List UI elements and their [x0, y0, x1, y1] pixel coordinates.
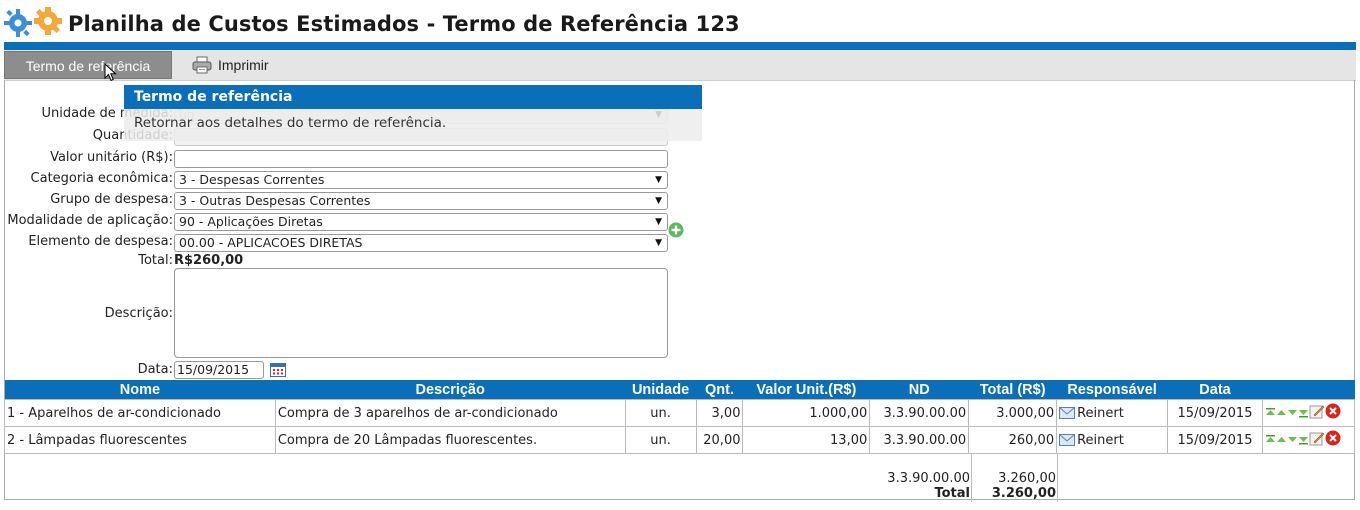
elemento-label: Elemento de despesa: [28, 234, 173, 249]
grupo-select[interactable]: 3 - Outras Despesas Correntes [174, 192, 668, 210]
header: Planilha de Custos Estimados - Termo de … [0, 0, 1360, 42]
descricao-textarea[interactable] [174, 268, 668, 358]
move-top-icon[interactable] [1265, 434, 1276, 446]
cell-valor: 1.000,00 [742, 399, 871, 427]
delete-icon[interactable] [1325, 403, 1341, 419]
move-down-icon[interactable] [1287, 407, 1298, 419]
print-label: Imprimir [218, 57, 269, 73]
move-bottom-icon[interactable] [1298, 407, 1309, 419]
col-header-unidade[interactable]: Unidade [625, 380, 697, 400]
cell-actions [1261, 426, 1356, 454]
mouse-cursor-icon [104, 63, 117, 82]
items-table: Nome Descrição Unidade Qnt. Valor Unit.(… [4, 380, 1356, 454]
total-label: Total: [138, 253, 173, 268]
valor-unitario-label: Valor unitário (R$): [50, 150, 173, 165]
descricao-label: Descrição: [104, 306, 173, 321]
summary-nd-total: 3.260,00 [998, 471, 1056, 486]
summary-total-label: Total [934, 486, 970, 501]
cell-qnt: 20,00 [695, 426, 744, 454]
edit-icon[interactable] [1309, 430, 1325, 446]
categoria-label: Categoria econômica: [30, 171, 173, 186]
envelope-icon[interactable] [1059, 434, 1076, 446]
total-value: R$260,00 [174, 253, 244, 268]
cell-actions [1261, 399, 1356, 427]
cell-data: 15/09/2015 [1167, 399, 1263, 427]
move-top-icon[interactable] [1265, 407, 1276, 419]
tooltip: Termo de referência Retornar aos detalhe… [124, 85, 702, 141]
cell-responsavel: Reinert [1056, 426, 1169, 454]
move-up-icon[interactable] [1276, 434, 1287, 446]
envelope-icon[interactable] [1059, 407, 1076, 419]
cell-valor: 13,00 [742, 426, 871, 454]
puzzle-gears-logo-icon [4, 7, 62, 37]
tooltip-text: Retornar aos detalhes do termo de referê… [124, 109, 702, 141]
categoria-select[interactable]: 3 - Despesas Correntes [174, 171, 668, 189]
table-header-row: Nome Descrição Unidade Qnt. Valor Unit.(… [4, 380, 1355, 400]
page-title: Planilha de Custos Estimados - Termo de … [68, 12, 740, 36]
modalidade-label: Modalidade de aplicação: [7, 213, 173, 228]
calendar-icon[interactable] [270, 363, 286, 377]
cell-descricao: Compra de 3 aparelhos de ar-condicionado [274, 399, 626, 427]
cell-qnt: 3,00 [695, 399, 744, 427]
delete-icon[interactable] [1325, 430, 1341, 446]
tooltip-title: Termo de referência [124, 85, 702, 109]
modalidade-select[interactable]: 90 - Aplicações Diretas [174, 213, 668, 231]
summary-divider [971, 454, 972, 502]
cell-nome: 2 - Lâmpadas fluorescentes [4, 426, 276, 454]
valor-unitario-input[interactable] [174, 150, 668, 168]
printer-icon [192, 56, 212, 74]
edit-icon[interactable] [1309, 403, 1325, 419]
elemento-select[interactable]: 00.00 - APLICACOES DIRETAS [174, 234, 668, 252]
toolbar: Termo de referência Imprimir [4, 50, 1356, 81]
cell-total: 3.000,00 [968, 399, 1058, 427]
cell-nd: 3.3.90.00.00 [869, 399, 970, 427]
summary-total-value: 3.260,00 [991, 486, 1056, 501]
col-header-actions [1262, 380, 1355, 400]
cell-data: 15/09/2015 [1167, 426, 1263, 454]
cell-unidade: un. [624, 426, 697, 454]
header-divider [4, 42, 1356, 50]
cell-unidade: un. [624, 399, 697, 427]
responsavel-name: Reinert [1077, 405, 1124, 421]
col-header-nome[interactable]: Nome [4, 380, 276, 400]
col-header-responsavel[interactable]: Responsável [1056, 380, 1168, 400]
col-header-descricao[interactable]: Descrição [275, 380, 626, 400]
table-row: 1 - Aparelhos de ar-condicionado Compra … [4, 399, 1356, 427]
summary-nd: 3.3.90.00.00 [887, 471, 970, 486]
col-header-valor[interactable]: Valor Unit.(R$) [742, 380, 870, 400]
responsavel-name: Reinert [1077, 432, 1124, 448]
data-label: Data: [137, 362, 173, 377]
add-icon[interactable] [668, 222, 684, 238]
move-bottom-icon[interactable] [1298, 434, 1309, 446]
print-button[interactable]: Imprimir [192, 51, 269, 79]
cell-nome: 1 - Aparelhos de ar-condicionado [4, 399, 276, 427]
col-header-qnt[interactable]: Qnt. [696, 380, 743, 400]
data-input[interactable]: 15/09/2015 [174, 361, 264, 379]
summary-divider [1057, 454, 1058, 502]
move-up-icon[interactable] [1276, 407, 1287, 419]
cell-responsavel: Reinert [1056, 399, 1169, 427]
col-header-nd[interactable]: ND [869, 380, 969, 400]
tab-termo-de-referencia[interactable]: Termo de referência [4, 51, 172, 79]
col-header-data[interactable]: Data [1167, 380, 1263, 400]
grupo-label: Grupo de despesa: [50, 192, 173, 207]
col-header-total[interactable]: Total (R$) [968, 380, 1057, 400]
move-down-icon[interactable] [1287, 434, 1298, 446]
cell-descricao: Compra de 20 Lâmpadas fluorescentes. [274, 426, 626, 454]
table-row: 2 - Lâmpadas fluorescentes Compra de 20 … [4, 426, 1356, 454]
cell-total: 260,00 [968, 426, 1058, 454]
cell-nd: 3.3.90.00.00 [869, 426, 970, 454]
